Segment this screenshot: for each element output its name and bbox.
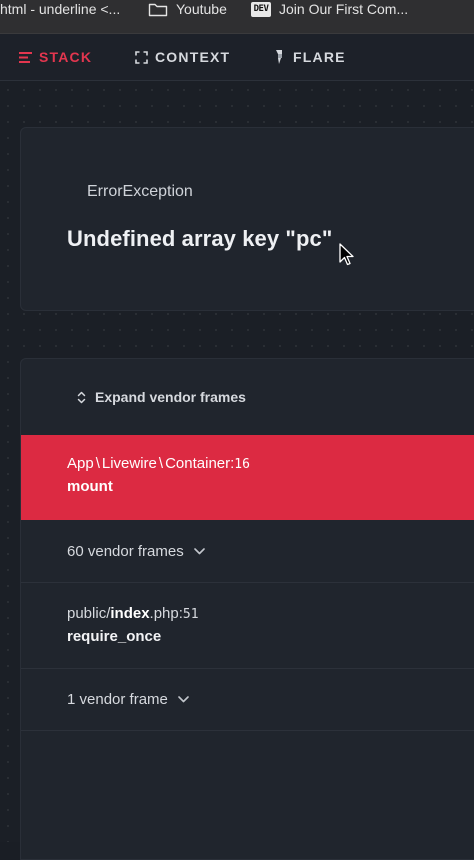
frame-line-number: 51: [182, 607, 199, 622]
tab-context[interactable]: CONTEXT: [135, 34, 230, 80]
bookmark-label: html - underline <...: [0, 1, 121, 17]
context-icon: [135, 50, 148, 64]
tab-flare[interactable]: FLARE: [274, 34, 346, 80]
divider: [21, 730, 474, 731]
exception-card: ErrorException Undefined array key "pc": [20, 127, 474, 311]
vendor-frames-toggle[interactable]: 1 vendor frame: [21, 668, 474, 730]
bookmark-html-underline[interactable]: html - underline <...: [0, 0, 120, 19]
frame-line-number: 16: [234, 457, 250, 472]
chevron-down-icon: [193, 547, 205, 555]
ignition-navbar: STACK CONTEXT FLARE: [0, 34, 474, 81]
bookmark-label: Youtube: [176, 1, 227, 17]
folder-icon: [148, 2, 168, 17]
bookmark-youtube[interactable]: Youtube: [148, 0, 227, 19]
frame-file: App \ Livewire \ Container:16: [67, 455, 474, 472]
exception-message: Undefined array key "pc": [67, 226, 333, 251]
flare-icon: [274, 49, 286, 65]
dev-icon: DEV: [251, 2, 271, 17]
chevron-down-icon: [178, 696, 189, 703]
path-segment: Container: [165, 455, 231, 472]
exception-class: ErrorException: [87, 183, 193, 200]
tab-label: FLARE: [293, 49, 346, 65]
stack-trace-card: Expand vendor frames App \ Livewire \ Contai…: [20, 358, 474, 860]
tab-stack[interactable]: STACK: [19, 34, 92, 80]
bookmark-label: Join Our First Com...: [279, 1, 409, 17]
path-separator: \: [95, 455, 100, 472]
tab-label: STACK: [39, 49, 93, 65]
path-file: index: [110, 605, 150, 622]
frame-file: public/index.php:51: [67, 605, 474, 622]
path-segment: App: [67, 455, 94, 472]
path-directory: public/: [67, 605, 111, 622]
stack-icon: [19, 51, 32, 63]
vendor-frames-label: 1 vendor frame: [67, 691, 168, 708]
bookmarks-bar: html - underline <... Youtube DEV Join O…: [0, 0, 474, 34]
bookmark-dev-community[interactable]: DEV Join Our First Com...: [251, 0, 408, 19]
stack-frame-active[interactable]: App \ Livewire \ Container:16 mount: [21, 435, 474, 520]
frame-method: mount: [67, 478, 113, 495]
error-page: STACK CONTEXT FLARE ErrorException Undef…: [0, 34, 474, 860]
vendor-frames-toggle[interactable]: 60 vendor frames: [21, 520, 474, 582]
frame-method: require_once: [67, 628, 162, 645]
expand-vendor-frames-button[interactable]: Expand vendor frames: [21, 359, 474, 435]
expand-label: Expand vendor frames: [95, 389, 246, 405]
chevron-up-down-icon: [77, 391, 86, 404]
stack-frame[interactable]: public/index.php:51 require_once: [21, 582, 474, 668]
tab-label: CONTEXT: [155, 49, 231, 65]
path-segment: Livewire: [101, 455, 157, 472]
path-separator: \: [158, 455, 164, 472]
path-extension: .php: [149, 605, 179, 622]
mouse-cursor-icon: [339, 243, 355, 272]
vendor-frames-label: 60 vendor frames: [67, 542, 184, 560]
